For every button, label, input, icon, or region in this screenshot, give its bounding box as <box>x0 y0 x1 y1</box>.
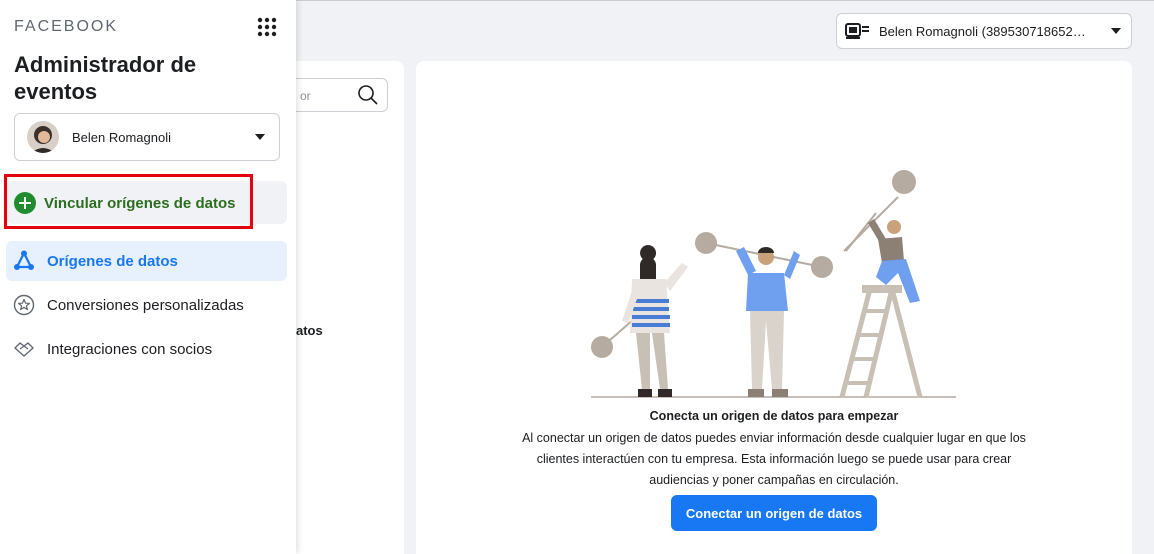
data-sources-icon <box>13 250 35 272</box>
apps-grid-icon[interactable] <box>257 17 277 37</box>
empty-state-title: Conecta un origen de datos para empezar <box>649 409 899 423</box>
nav-item-label: Integraciones con socios <box>47 340 213 358</box>
ad-account-icon <box>845 21 873 41</box>
page-title: Administrador de eventos <box>14 52 197 104</box>
avatar <box>27 121 59 153</box>
nav-item-custom-conversions[interactable]: Conversiones personalizadas <box>6 285 287 325</box>
empty-state-card: Conecta un origen de datos para empezar … <box>416 61 1132 554</box>
empty-state-description: Al conectar un origen de datos puedes en… <box>522 431 1026 487</box>
handshake-icon <box>13 338 35 360</box>
business-selector[interactable]: Belen Romagnoli <box>14 113 280 161</box>
chevron-down-icon <box>255 134 265 140</box>
plus-icon <box>14 192 36 214</box>
brand-logo[interactable]: FACEBOOK <box>14 18 118 36</box>
panel-text-fragment: atos <box>296 323 323 338</box>
empty-state-illustration <box>591 170 956 398</box>
nav-item-data-sources[interactable]: Orígenes de datos <box>6 241 287 281</box>
navigation-drawer: FACEBOOK Administrador de eventos Belen … <box>0 0 296 554</box>
chevron-down-icon <box>1111 28 1121 34</box>
link-data-sources-label: Vincular orígenes de datos <box>44 194 236 212</box>
nav-item-label: Conversiones personalizadas <box>47 296 244 314</box>
link-data-sources-button[interactable]: Vincular orígenes de datos <box>14 192 235 214</box>
search-icon[interactable] <box>357 84 379 106</box>
ad-account-selector[interactable]: Belen Romagnoli (389530718652… <box>836 13 1132 49</box>
ad-account-name: Belen Romagnoli (389530718652… <box>879 23 1086 39</box>
star-icon <box>13 294 35 316</box>
business-name: Belen Romagnoli <box>72 129 172 145</box>
connect-data-source-button[interactable]: Conectar un origen de datos <box>671 495 877 531</box>
nav-item-partner-integrations[interactable]: Integraciones con socios <box>6 329 287 369</box>
search-placeholder: or <box>300 89 311 103</box>
nav-item-label: Orígenes de datos <box>47 252 178 270</box>
